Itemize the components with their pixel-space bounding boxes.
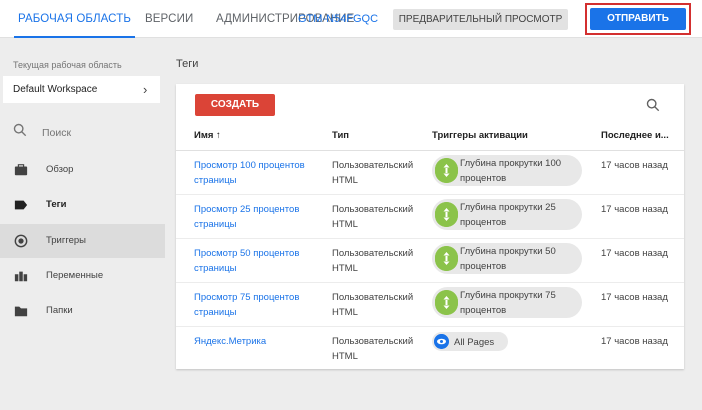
last-modified: 17 часов назад: [601, 336, 668, 347]
search-icon[interactable]: [646, 98, 660, 112]
table-row[interactable]: Просмотр 75 процентов страницы Пользоват…: [176, 283, 684, 327]
scroll-depth-icon: [435, 246, 458, 271]
trigger-chip[interactable]: All Pages: [432, 332, 508, 351]
tag-type: Пользовательский HTML: [332, 292, 414, 318]
workspace-name: Default Workspace: [13, 84, 98, 95]
scroll-depth-icon: [435, 158, 458, 183]
table-row[interactable]: Просмотр 100 процентов страницы Пользова…: [176, 151, 684, 195]
sidebar-item-folders[interactable]: Папки: [0, 294, 165, 328]
pageview-icon: [434, 334, 449, 349]
tag-name-link[interactable]: Просмотр 75 процентов страницы: [194, 290, 324, 320]
tag-name-link[interactable]: Яндекс.Метрика: [194, 334, 324, 349]
trigger-label: All Pages: [454, 337, 495, 348]
tab-workspace[interactable]: РАБОЧАЯ ОБЛАСТЬ: [14, 0, 135, 38]
last-modified: 17 часов назад: [601, 248, 668, 259]
tag-name-link[interactable]: Просмотр 100 процентов страницы: [194, 158, 324, 188]
tag-icon: [14, 200, 28, 210]
last-modified: 17 часов назад: [601, 292, 668, 303]
table-row[interactable]: Просмотр 50 процентов страницы Пользоват…: [176, 239, 684, 283]
sidebar-item-tags[interactable]: Теги: [0, 188, 165, 222]
last-modified: 17 часов назад: [601, 160, 668, 171]
sidebar: Текущая рабочая область Default Workspac…: [0, 39, 165, 410]
tag-name-link[interactable]: Просмотр 25 процентов страницы: [194, 202, 324, 232]
tab-versions[interactable]: ВЕРСИИ: [145, 0, 193, 38]
search-icon: [13, 123, 27, 137]
chevron-right-icon: ›: [143, 82, 148, 97]
trigger-chip[interactable]: Глубина прокрутки 50 процентов: [432, 243, 582, 274]
sidebar-item-label: Папки: [46, 305, 73, 316]
tag-type: Пользовательский HTML: [332, 248, 414, 274]
sidebar-item-variables[interactable]: Переменные: [0, 259, 165, 293]
scroll-depth-icon: [435, 202, 458, 227]
column-header-modified[interactable]: Последнее и...: [601, 130, 669, 141]
table-row[interactable]: Яндекс.Метрика Пользовательский HTML All…: [176, 327, 684, 371]
column-header-type[interactable]: Тип: [332, 130, 349, 141]
trigger-label: Глубина прокрутки 75 процентов: [460, 290, 556, 316]
trigger-label: Глубина прокрутки 100 процентов: [460, 158, 562, 184]
tag-name-link[interactable]: Просмотр 50 процентов страницы: [194, 246, 324, 276]
briefcase-icon: [14, 164, 28, 176]
tag-type: Пользовательский HTML: [332, 204, 414, 230]
tag-type: Пользовательский HTML: [332, 160, 414, 186]
sidebar-item-label: Теги: [46, 199, 67, 210]
sidebar-item-label: Переменные: [46, 270, 104, 281]
column-header-name[interactable]: Имя ↑: [194, 130, 221, 141]
scroll-depth-icon: [435, 290, 458, 315]
trigger-chip[interactable]: Глубина прокрутки 75 процентов: [432, 287, 582, 318]
top-bar: РАБОЧАЯ ОБЛАСТЬ ВЕРСИИ АДМИНИСТРИРОВАНИЕ…: [0, 0, 702, 38]
trigger-chip[interactable]: Глубина прокрутки 25 процентов: [432, 199, 582, 230]
trigger-chip[interactable]: Глубина прокрутки 100 процентов: [432, 155, 582, 186]
create-tag-button[interactable]: СОЗДАТЬ: [195, 94, 275, 116]
variables-icon: [14, 271, 28, 282]
sidebar-item-overview[interactable]: Обзор: [0, 153, 165, 187]
workspace-selector[interactable]: Default Workspace ›: [3, 76, 160, 103]
search-placeholder: Поиск: [42, 127, 72, 139]
tag-type: Пользовательский HTML: [332, 336, 414, 362]
last-modified: 17 часов назад: [601, 204, 668, 215]
submit-button[interactable]: ОТПРАВИТЬ: [590, 8, 686, 30]
column-header-triggers[interactable]: Триггеры активации: [432, 130, 528, 141]
trigger-icon: [14, 234, 28, 248]
sidebar-item-label: Триггеры: [46, 235, 86, 246]
trigger-label: Глубина прокрутки 50 процентов: [460, 246, 556, 272]
trigger-label: Глубина прокрутки 25 процентов: [460, 202, 556, 228]
workspace-label: Текущая рабочая область: [13, 60, 122, 70]
table-row[interactable]: Просмотр 25 процентов страницы Пользоват…: [176, 195, 684, 239]
sidebar-search[interactable]: Поиск: [0, 113, 165, 155]
container-id: GTM-N54FGQC: [298, 13, 379, 25]
page-title: Теги: [176, 58, 199, 70]
sidebar-item-label: Обзор: [46, 164, 74, 175]
sidebar-item-triggers[interactable]: Триггеры: [0, 224, 165, 258]
folder-icon: [14, 306, 28, 317]
tags-card: СОЗДАТЬ Имя ↑ Тип Триггеры активации Пос…: [176, 84, 684, 369]
preview-button[interactable]: ПРЕДВАРИТЕЛЬНЫЙ ПРОСМОТР: [393, 9, 568, 30]
